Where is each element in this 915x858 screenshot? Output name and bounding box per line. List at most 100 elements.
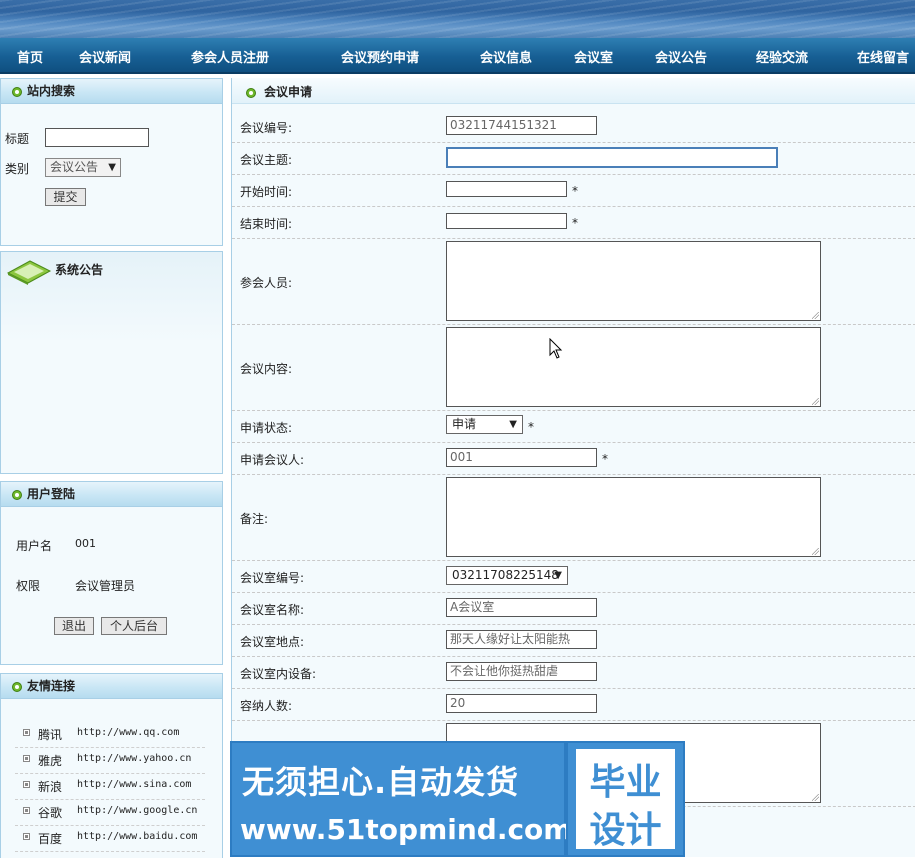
nav-attendee-register[interactable]: 参会人员注册 bbox=[191, 47, 269, 66]
meeting-no-field[interactable]: 03211744151321 bbox=[446, 116, 597, 135]
chevron-down-icon: ▼ bbox=[554, 570, 562, 581]
search-title-input[interactable] bbox=[45, 128, 149, 147]
link-item[interactable]: 腾讯 http://www.qq.com bbox=[15, 721, 205, 748]
nav-meeting-notice[interactable]: 会议公告 bbox=[655, 47, 707, 66]
nav-meeting-info[interactable]: 会议信息 bbox=[480, 47, 532, 66]
row-capacity: 容纳人数: 20 bbox=[232, 688, 915, 721]
search-title-text: 站内搜索 bbox=[27, 84, 76, 98]
room-no-select[interactable]: 03211708225148 ▼ bbox=[446, 566, 568, 585]
backend-button[interactable]: 个人后台 bbox=[101, 617, 167, 635]
row-content: 会议内容: bbox=[232, 324, 915, 411]
room-name-field[interactable]: A会议室 bbox=[446, 598, 597, 617]
row-remark: 备注: bbox=[232, 474, 915, 561]
status-label: 申请状态: bbox=[240, 421, 293, 435]
capacity-field[interactable]: 20 bbox=[446, 694, 597, 713]
search-submit-button[interactable]: 提交 bbox=[45, 188, 86, 206]
bullet-icon bbox=[246, 88, 256, 98]
bullet-icon bbox=[12, 682, 22, 692]
room-equipment-field[interactable]: 不会让他你挺热甜虐 bbox=[446, 662, 597, 681]
row-room-no: 会议室编号: 03211708225148 ▼ bbox=[232, 560, 915, 593]
search-panel: 站内搜索 标题 类别 会议公告 ▼ 提交 bbox=[0, 78, 223, 246]
bullet-icon bbox=[12, 490, 22, 500]
link-item[interactable]: 新浪 http://www.sina.com bbox=[15, 773, 205, 800]
status-select[interactable]: 申请 ▼ bbox=[446, 415, 523, 434]
content-textarea[interactable] bbox=[446, 327, 821, 407]
login-panel: 用户登陆 用户名 001 权限 会议管理员 退出 个人后台 bbox=[0, 481, 223, 665]
search-category-select[interactable]: 会议公告 ▼ bbox=[45, 158, 121, 177]
link-url[interactable]: http://www.google.cn bbox=[77, 805, 197, 816]
room-location-label: 会议室地点: bbox=[240, 635, 305, 649]
room-equipment-label: 会议室内设备: bbox=[240, 667, 317, 681]
watermark-banner: 无须担心.自动发货 www.51topmind.com bbox=[230, 741, 572, 857]
square-bullet-icon bbox=[23, 781, 30, 788]
row-room-equipment: 会议室内设备: 不会让他你挺热甜虐 bbox=[232, 656, 915, 689]
applicant-field[interactable]: 001 bbox=[446, 448, 597, 467]
row-room-name: 会议室名称: A会议室 bbox=[232, 592, 915, 625]
row-meeting-no: 会议编号: 03211744151321 bbox=[232, 110, 915, 143]
applicant-label: 申请会议人: bbox=[240, 453, 305, 467]
required-mark: * bbox=[572, 216, 578, 230]
link-item[interactable]: 雅虎 http://www.yahoo.cn bbox=[15, 747, 205, 774]
logout-button[interactable]: 退出 bbox=[54, 617, 94, 635]
link-name[interactable]: 新浪 bbox=[38, 778, 62, 795]
start-time-input[interactable] bbox=[446, 181, 567, 197]
bullet-icon bbox=[12, 87, 22, 97]
attendees-textarea[interactable] bbox=[446, 241, 821, 321]
square-bullet-icon bbox=[23, 729, 30, 736]
room-no-label: 会议室编号: bbox=[240, 571, 305, 585]
square-bullet-icon bbox=[23, 833, 30, 840]
chevron-down-icon: ▼ bbox=[509, 419, 517, 430]
room-location-field[interactable]: 那天人缘好让太阳能热 bbox=[446, 630, 597, 649]
link-url[interactable]: http://www.baidu.com bbox=[77, 831, 197, 842]
mouse-pointer-icon bbox=[549, 338, 563, 359]
required-mark: * bbox=[572, 184, 578, 198]
link-url[interactable]: http://www.sina.com bbox=[77, 779, 191, 790]
links-panel-title: 友情连接 bbox=[1, 674, 222, 699]
links-title-text: 友情连接 bbox=[27, 679, 76, 693]
link-name[interactable]: 雅虎 bbox=[38, 752, 62, 769]
nav-message[interactable]: 在线留言 bbox=[857, 47, 909, 66]
meeting-no-label: 会议编号: bbox=[240, 121, 293, 135]
login-title-text: 用户登陆 bbox=[27, 487, 76, 501]
required-mark: * bbox=[528, 420, 534, 434]
status-value: 申请 bbox=[452, 417, 477, 431]
capacity-label: 容纳人数: bbox=[240, 699, 293, 713]
start-time-label: 开始时间: bbox=[240, 185, 293, 199]
square-bullet-icon bbox=[23, 755, 30, 762]
watermark-badge-line1: 毕业 bbox=[589, 762, 662, 803]
link-name[interactable]: 百度 bbox=[38, 830, 62, 847]
row-end-time: 结束时间: * bbox=[232, 206, 915, 239]
link-url[interactable]: http://www.yahoo.cn bbox=[77, 753, 191, 764]
search-panel-title: 站内搜索 bbox=[1, 79, 222, 104]
nav-home[interactable]: 首页 bbox=[17, 47, 43, 66]
chevron-down-icon: ▼ bbox=[108, 162, 116, 173]
link-name[interactable]: 腾讯 bbox=[38, 726, 62, 743]
username-value: 001 bbox=[75, 537, 96, 550]
nav-meeting-news[interactable]: 会议新闻 bbox=[79, 47, 131, 66]
nav-experience[interactable]: 经验交流 bbox=[756, 47, 808, 66]
remark-textarea[interactable] bbox=[446, 477, 821, 557]
end-time-input[interactable] bbox=[446, 213, 567, 229]
link-url[interactable]: http://www.qq.com bbox=[77, 727, 179, 738]
row-room-location: 会议室地点: 那天人缘好让太阳能热 bbox=[232, 624, 915, 657]
link-name[interactable]: 谷歌 bbox=[38, 804, 62, 821]
end-time-label: 结束时间: bbox=[240, 217, 293, 231]
topic-input[interactable] bbox=[446, 147, 778, 168]
row-status: 申请状态: 申请 ▼ * bbox=[232, 410, 915, 443]
main-nav: 首页 会议新闻 参会人员注册 会议预约申请 会议信息 会议室 会议公告 经验交流… bbox=[0, 38, 915, 74]
content-label: 会议内容: bbox=[240, 362, 293, 376]
nav-meeting-room[interactable]: 会议室 bbox=[574, 47, 613, 66]
watermark-url: www.51topmind.com bbox=[240, 813, 573, 846]
login-panel-title: 用户登陆 bbox=[1, 482, 222, 507]
role-label: 权限 bbox=[16, 579, 41, 593]
link-item[interactable]: 谷歌 http://www.google.cn bbox=[15, 799, 205, 826]
row-start-time: 开始时间: * bbox=[232, 174, 915, 207]
notice-title: 系统公告 bbox=[55, 263, 104, 277]
role-value: 会议管理员 bbox=[75, 579, 136, 593]
nav-meeting-booking[interactable]: 会议预约申请 bbox=[341, 47, 419, 66]
form-title: 会议申请 bbox=[232, 78, 915, 104]
link-item[interactable]: 百度 http://www.baidu.com bbox=[15, 825, 205, 852]
required-mark: * bbox=[602, 452, 608, 466]
remark-label: 备注: bbox=[240, 512, 269, 526]
room-name-label: 会议室名称: bbox=[240, 603, 305, 617]
